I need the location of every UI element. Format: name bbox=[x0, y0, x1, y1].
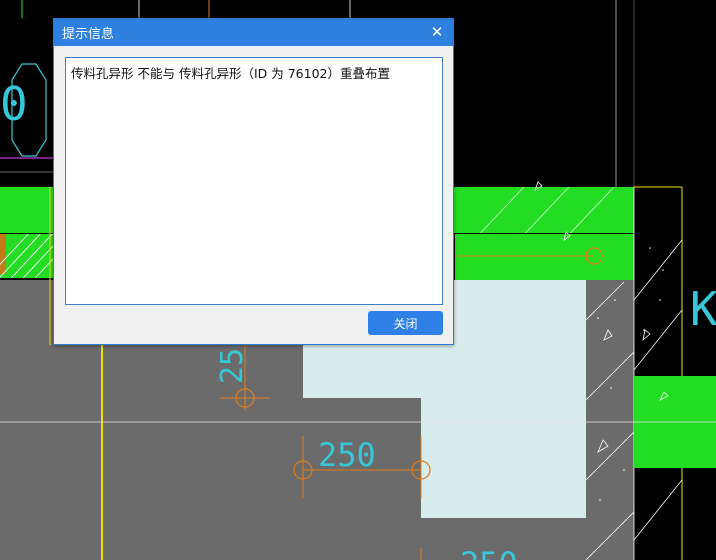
vertical-dimension-text: 25 bbox=[215, 348, 250, 384]
horizontal-dimension-text: 250 bbox=[318, 436, 376, 474]
green-strip bbox=[455, 234, 634, 280]
info-dialog: 提示信息 ✕ 传料孔异形 不能与 传料孔异形（ID 为 76102）重叠布置 关… bbox=[53, 18, 454, 345]
close-button[interactable]: 关闭 bbox=[368, 311, 443, 335]
dialog-title: 提示信息 bbox=[62, 27, 115, 42]
message-text: 传料孔异形 不能与 传料孔异形（ID 为 76102）重叠布置 bbox=[71, 66, 390, 81]
close-icon[interactable]: ✕ bbox=[429, 25, 445, 41]
bottom-dimension-text: 250 bbox=[460, 545, 518, 560]
message-box[interactable]: 传料孔异形 不能与 传料孔异形（ID 为 76102）重叠布置 bbox=[65, 57, 443, 305]
cyan-right-glyph: K bbox=[690, 282, 716, 336]
cyan-left-glyph: 0 bbox=[0, 77, 28, 131]
dialog-titlebar[interactable]: 提示信息 ✕ bbox=[54, 19, 453, 46]
